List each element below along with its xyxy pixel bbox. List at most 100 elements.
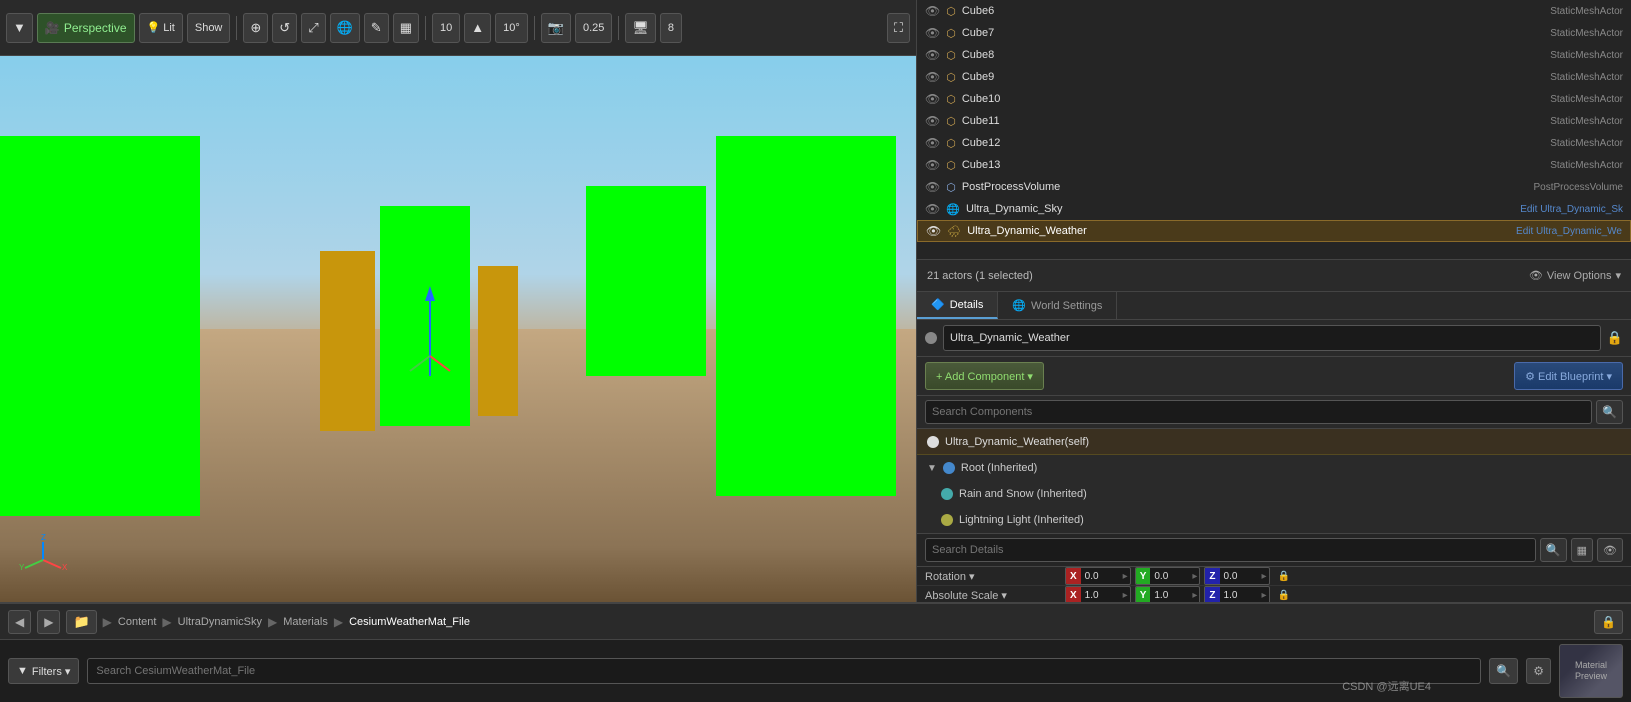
breadcrumb-ultradynamicsky[interactable]: UltraDynamicSky (178, 616, 262, 628)
outliner-row-weather[interactable]: 👁 🌧 Ultra_Dynamic_Weather Edit Ultra_Dyn… (917, 220, 1631, 242)
grid-btn[interactable]: ▦ (393, 13, 419, 43)
content-lock-btn[interactable]: 🔒 (1594, 610, 1623, 634)
search-components-input[interactable] (925, 400, 1592, 424)
scale-y-field[interactable]: Y 1.0 ▸ (1135, 586, 1201, 602)
rotation-row: Rotation ▾ X 0.0 ▸ Y 0.0 ▸ Z 0.0 (917, 567, 1631, 586)
scale-z-arrow[interactable]: ▸ (1260, 590, 1269, 601)
breadcrumb-cesium[interactable]: CesiumWeatherMat_File (349, 616, 470, 628)
actor-type-weather: Edit Ultra_Dynamic_We (1516, 226, 1622, 237)
rotation-y-arrow[interactable]: ▸ (1190, 571, 1199, 582)
eye-filter-btn[interactable]: 👁 (1597, 538, 1623, 562)
folder-icon-btn[interactable]: 📁 (66, 610, 96, 634)
outliner-row-cube11[interactable]: 👁 ⬡ Cube11 StaticMeshActor (917, 110, 1631, 132)
camera-btn[interactable]: 📷 (541, 13, 571, 43)
outliner-row-cube6[interactable]: 👁 ⬡ Cube6 StaticMeshActor (917, 0, 1631, 22)
eye-icon-cube8[interactable]: 👁 (925, 48, 940, 62)
expand-btn[interactable]: ⛶ (887, 13, 910, 43)
globe-btn[interactable]: 🌐 (330, 13, 360, 43)
component-rain[interactable]: Rain and Snow (Inherited) (917, 481, 1631, 507)
screen-btn[interactable]: 🖥 (625, 13, 656, 43)
viewport-canvas[interactable]: Z X Y (0, 56, 916, 602)
scale-z-field[interactable]: Z 1.0 ▸ (1204, 586, 1269, 602)
outliner-row-cube7[interactable]: 👁 ⬡ Cube7 StaticMeshActor (917, 22, 1631, 44)
back-btn[interactable]: ◀ (8, 610, 31, 634)
outliner-row-cube13[interactable]: 👁 ⬡ Cube13 StaticMeshActor (917, 154, 1631, 176)
content-settings-btn[interactable]: ⚙ (1526, 658, 1551, 684)
mesh-icon-cube9: ⬡ (946, 71, 956, 84)
triangle-btn[interactable]: ▲ (464, 13, 491, 43)
scale-btn[interactable]: ⤢ (301, 13, 325, 43)
rotate-btn[interactable]: ↺ (272, 13, 297, 43)
perspective-dropdown[interactable]: 🎥 Perspective (37, 13, 135, 43)
eye-icon-weather[interactable]: 👁 (926, 224, 941, 238)
eye-icon-cube7[interactable]: 👁 (925, 26, 940, 40)
breadcrumb-content[interactable]: Content (118, 616, 157, 628)
eye-icon-cube13[interactable]: 👁 (925, 158, 940, 172)
content-search-btn[interactable]: 🔍 (1489, 658, 1518, 684)
outliner-row-cube10[interactable]: 👁 ⬡ Cube10 StaticMeshActor (917, 88, 1631, 110)
outliner-row-cube8[interactable]: 👁 ⬡ Cube8 StaticMeshActor (917, 44, 1631, 66)
rotation-x-field[interactable]: X 0.0 ▸ (1065, 567, 1131, 585)
right-panel: 👁 ⬡ Cube6 StaticMeshActor 👁 ⬡ Cube7 Stat… (916, 0, 1631, 602)
actor-type-cube11: StaticMeshActor (1550, 116, 1623, 127)
viewport-toolbar: ▼ 🎥 Perspective 💡 Lit Show ⊕ ↺ ⤢ 🌐 ✎ ▦ 1… (0, 0, 916, 56)
rotation-lock[interactable]: 🔒 (1278, 571, 1290, 582)
scale-z-val: 1.0 (1220, 590, 1260, 601)
component-root[interactable]: ▼ Root (Inherited) (917, 455, 1631, 481)
scale-x-field[interactable]: X 1.0 ▸ (1065, 586, 1131, 602)
tab-details[interactable]: 🔷 Details (917, 292, 998, 319)
component-self[interactable]: Ultra_Dynamic_Weather(self) (917, 429, 1631, 455)
search-components-btn[interactable]: 🔍 (1596, 400, 1623, 424)
scene-box-orange-2 (478, 266, 518, 416)
content-thumbnail[interactable]: MaterialPreview (1559, 644, 1623, 698)
component-lightning[interactable]: Lightning Light (Inherited) (917, 507, 1631, 533)
eye-icon-cube12[interactable]: 👁 (925, 136, 940, 150)
scale-lock[interactable]: 🔒 (1278, 590, 1290, 601)
eye-icon-cube9[interactable]: 👁 (925, 70, 940, 84)
rotation-z-field[interactable]: Z 0.0 ▸ (1204, 567, 1269, 585)
lock-icon[interactable]: 🔒 (1607, 330, 1623, 346)
rotation-z-arrow[interactable]: ▸ (1260, 571, 1269, 582)
eye-icon-cube6[interactable]: 👁 (925, 4, 940, 18)
mesh-icon-cube10: ⬡ (946, 93, 956, 106)
outliner-row-sky[interactable]: 👁 🌐 Ultra_Dynamic_Sky Edit Ultra_Dynamic… (917, 198, 1631, 220)
scale-x-arrow[interactable]: ▸ (1121, 590, 1130, 601)
scale-value-btn[interactable]: 0.25 (575, 13, 612, 43)
add-component-button[interactable]: + Add Component ▾ (925, 362, 1044, 390)
rotation-y-field[interactable]: Y 0.0 ▸ (1135, 567, 1201, 585)
scale-y-arrow[interactable]: ▸ (1190, 590, 1199, 601)
view-options-btn[interactable]: 👁 View Options ▾ (1529, 269, 1621, 282)
eye-icon-sky[interactable]: 👁 (925, 202, 940, 216)
eye-icon-ppv[interactable]: 👁 (925, 180, 940, 194)
breadcrumb-materials[interactable]: Materials (283, 616, 328, 628)
actor-name-input[interactable] (943, 325, 1601, 351)
tab-world-settings[interactable]: 🌐 World Settings (998, 292, 1117, 319)
actor-name-sky: Ultra_Dynamic_Sky (966, 203, 1514, 215)
svg-text:X: X (62, 563, 68, 572)
grid-view-btn[interactable]: ▦ (1571, 538, 1593, 562)
mesh-icon-cube8: ⬡ (946, 49, 956, 62)
show-btn[interactable]: Show (187, 13, 231, 43)
details-tabs: 🔷 Details 🌐 World Settings (917, 292, 1631, 320)
num-btn[interactable]: 8 (660, 13, 682, 43)
outliner-row-ppv[interactable]: 👁 ⬡ PostProcessVolume PostProcessVolume (917, 176, 1631, 198)
filters-btn[interactable]: ▼ Filters ▾ (8, 658, 79, 684)
lit-btn[interactable]: 💡 Lit (139, 13, 183, 43)
edit-blueprint-button[interactable]: ⚙ Edit Blueprint ▾ (1514, 362, 1623, 390)
pencil-btn[interactable]: ✎ (364, 13, 389, 43)
outliner-row-cube12[interactable]: 👁 ⬡ Cube12 StaticMeshActor (917, 132, 1631, 154)
search-details-input[interactable] (925, 538, 1536, 562)
eye-icon-cube10[interactable]: 👁 (925, 92, 940, 106)
eye-icon-cube11[interactable]: 👁 (925, 114, 940, 128)
transform-btn[interactable]: ⊕ (243, 13, 268, 43)
rotation-x-arrow[interactable]: ▸ (1121, 571, 1130, 582)
grid-value-btn[interactable]: 10 (432, 13, 460, 43)
angle-btn[interactable]: 10° (495, 13, 528, 43)
separator-1 (236, 16, 237, 40)
viewport-options-btn[interactable]: ▼ (6, 13, 33, 43)
outliner-row-cube9[interactable]: 👁 ⬡ Cube9 StaticMeshActor (917, 66, 1631, 88)
forward-btn[interactable]: ▶ (37, 610, 60, 634)
search-details-btn[interactable]: 🔍 (1540, 538, 1567, 562)
content-search-input[interactable] (87, 658, 1481, 684)
mesh-icon-cube11: ⬡ (946, 115, 956, 128)
